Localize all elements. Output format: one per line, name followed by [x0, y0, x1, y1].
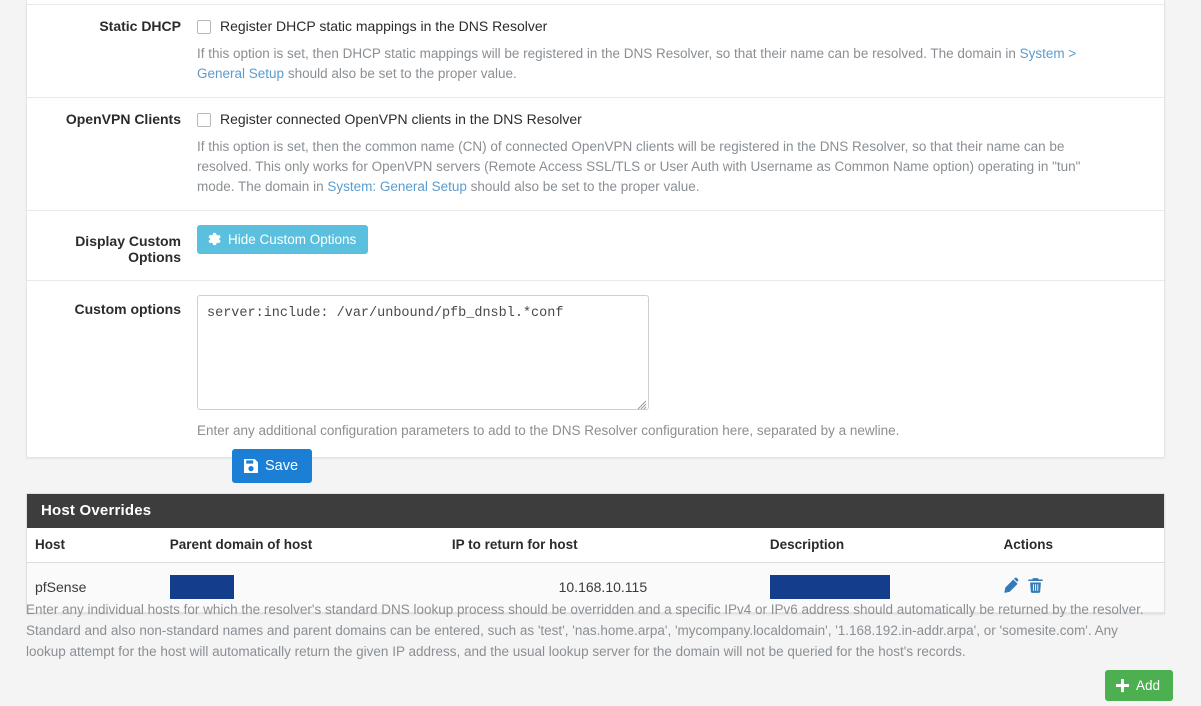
column-header-parent-domain: Parent domain of host	[161, 528, 444, 563]
table-header-row: Host Parent domain of host IP to return …	[27, 528, 1164, 563]
save-button[interactable]: Save	[232, 449, 313, 483]
add-button[interactable]: Add	[1104, 670, 1173, 701]
form-label-display-custom-options: Display Custom Options	[75, 233, 181, 265]
checkbox-label-static-dhcp: Register DHCP static mappings in the DNS…	[220, 18, 548, 34]
custom-options-textarea-wrapper	[197, 295, 649, 413]
checkbox-static-dhcp[interactable]	[197, 20, 211, 34]
help-text-openvpn-clients: If this option is set, then the common n…	[197, 137, 1102, 197]
link-system-general-setup-openvpn[interactable]: System: General Setup	[327, 179, 467, 194]
hide-custom-options-button[interactable]: Hide Custom Options	[197, 225, 369, 254]
column-header-description: Description	[761, 528, 996, 563]
form-row-display-custom-options: Display Custom Options Hide Custom Optio…	[27, 210, 1164, 280]
help-openvpn-after: should also be set to the proper value.	[466, 179, 700, 194]
row-action-group	[1003, 577, 1156, 597]
save-button-label: Save	[265, 457, 299, 474]
checkbox-row-openvpn-clients[interactable]: Register connected OpenVPN clients in th…	[197, 110, 1142, 129]
help-static-dhcp-after: should also be set to the proper value.	[284, 66, 517, 81]
edit-icon[interactable]	[1003, 577, 1021, 597]
delete-icon[interactable]	[1027, 577, 1044, 597]
checkbox-openvpn-clients[interactable]	[197, 113, 211, 127]
column-header-host: Host	[27, 528, 162, 563]
help-static-dhcp-before: If this option is set, then DHCP static …	[197, 46, 1020, 61]
form-row-static-dhcp: Static DHCP Register DHCP static mapping…	[27, 4, 1164, 97]
host-overrides-title: Host Overrides	[27, 494, 1164, 528]
gear-icon	[207, 232, 222, 247]
form-row-custom-options: Custom options Enter any additional conf…	[27, 280, 1164, 457]
checkbox-row-static-dhcp[interactable]: Register DHCP static mappings in the DNS…	[197, 17, 1142, 36]
form-control-display-custom-options: Hide Custom Options	[197, 225, 1164, 265]
add-button-row: Add	[1104, 670, 1173, 701]
checkbox-label-openvpn-clients: Register connected OpenVPN clients in th…	[220, 111, 582, 127]
form-control-custom-options: Enter any additional configuration param…	[197, 295, 1164, 441]
plus-icon	[1115, 678, 1130, 693]
form-label-custom-options: Custom options	[74, 301, 181, 317]
form-label-static-dhcp: Static DHCP	[99, 18, 181, 34]
hide-custom-options-label: Hide Custom Options	[228, 231, 357, 247]
page-root: System > General Setup should also be se…	[0, 0, 1201, 706]
save-button-row: Save	[232, 449, 313, 483]
column-header-actions: Actions	[995, 528, 1164, 563]
help-text-static-dhcp: If this option is set, then DHCP static …	[197, 44, 1102, 84]
redaction-block-description	[769, 575, 890, 599]
form-control-static-dhcp: Register DHCP static mappings in the DNS…	[197, 17, 1164, 84]
redaction-block-parent-domain	[169, 575, 234, 599]
dns-resolver-settings-panel: System > General Setup should also be se…	[26, 0, 1165, 458]
add-button-label: Add	[1135, 677, 1160, 693]
form-label-openvpn-clients: OpenVPN Clients	[65, 111, 181, 127]
form-row-openvpn-clients: OpenVPN Clients Register connected OpenV…	[27, 97, 1164, 210]
save-icon	[243, 458, 259, 474]
help-text-custom-options: Enter any additional configuration param…	[197, 423, 900, 438]
custom-options-input[interactable]	[197, 295, 649, 410]
host-overrides-note: Enter any individual hosts for which the…	[26, 602, 1144, 659]
column-header-ip: IP to return for host	[443, 528, 762, 563]
host-overrides-panel: Host Overrides Host Parent domain of hos…	[26, 493, 1165, 614]
form-control-openvpn-clients: Register connected OpenVPN clients in th…	[197, 110, 1164, 197]
